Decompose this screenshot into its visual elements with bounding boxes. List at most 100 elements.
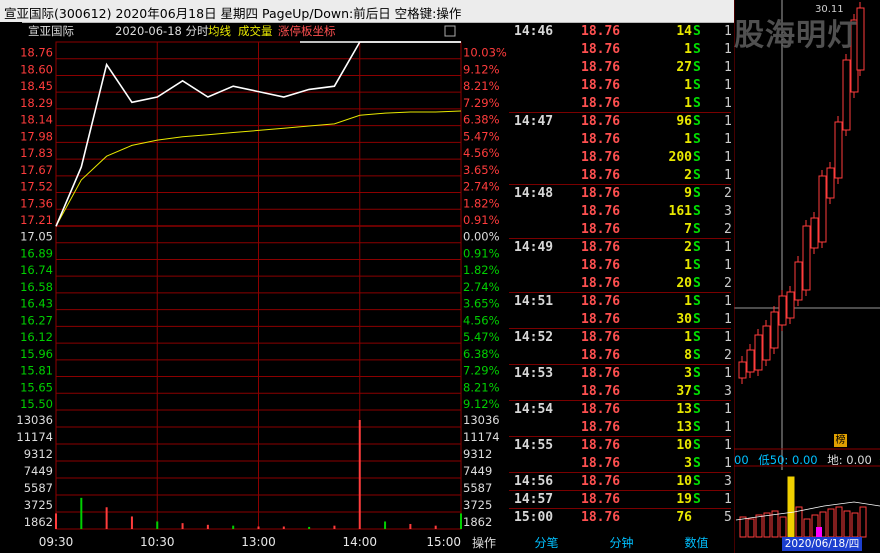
tick-volume: 2	[684, 168, 692, 183]
time-tick-label: 10:30	[140, 535, 175, 549]
kline-volume-bar	[747, 518, 755, 538]
volume-tick-label: 7449	[24, 464, 53, 478]
tick-separator	[509, 400, 731, 401]
tick-row: 14:52 18.76 1 S 1	[509, 329, 734, 347]
price-tick-label: 15.96	[20, 347, 53, 361]
price-tick-label: 18.29	[20, 96, 53, 110]
tick-side: S	[693, 492, 701, 507]
volume-bar	[55, 513, 57, 529]
tick-count: 1	[724, 240, 732, 255]
tick-volume: 2	[684, 240, 692, 255]
tick-time: 14:52	[514, 330, 554, 345]
tick-price: 18.76	[581, 42, 621, 57]
tick-row: 14:56 18.76 10 S 3	[509, 473, 734, 491]
tick-side: S	[693, 312, 701, 327]
rank-badge[interactable]: 榜	[834, 434, 847, 447]
price-tick-label: 17.98	[20, 129, 53, 143]
tick-count: 2	[724, 276, 732, 291]
kline-volume-bar	[803, 518, 811, 538]
tick-row: 18.76 2 S 1	[509, 167, 734, 185]
tick-price: 18.76	[581, 492, 621, 507]
pct-tick-label: 3.65%	[463, 297, 500, 311]
volume-bar	[156, 521, 159, 529]
tick-side: S	[693, 474, 701, 489]
tick-count: 1	[724, 132, 732, 147]
pct-tick-label: 5.47%	[463, 330, 500, 344]
tick-row: 14:51 18.76 1 S 1	[509, 293, 734, 311]
tick-row: 18.76 8 S 2	[509, 347, 734, 365]
intraday-chart[interactable]: 18.76 10.03% 18.60 9.12% 18.45 8.21% 18.29 7.29…	[0, 22, 509, 553]
candle-body	[778, 295, 787, 326]
tick-side: S	[693, 114, 701, 129]
tick-separator	[509, 490, 731, 491]
volume-bar	[434, 525, 437, 529]
price-tick-label: 18.45	[20, 79, 53, 93]
volume-tick-label: 11174	[463, 430, 500, 444]
tick-volume: 8	[684, 348, 692, 363]
stock-name-label: 宣亚国际	[28, 24, 74, 38]
tick-side: S	[693, 402, 701, 417]
tick-row: 14:46 18.76 14 S 1	[509, 23, 734, 41]
tick-volume: 19	[676, 492, 692, 507]
tick-volume: 13	[676, 402, 692, 417]
tab-trades[interactable]: 分笔	[509, 534, 584, 550]
kline-panel[interactable]	[734, 0, 880, 553]
kline-volume-bar	[755, 514, 763, 538]
tick-count: 2	[724, 222, 732, 237]
tab-values[interactable]: 数值	[659, 534, 734, 550]
indicator-b: 低50:	[758, 453, 789, 467]
tick-side: S	[693, 348, 701, 363]
operate-tab[interactable]: 操作	[462, 534, 506, 550]
volume-bar	[105, 507, 108, 529]
tick-count: 5	[724, 510, 732, 525]
candle-body	[826, 167, 835, 199]
pct-tick-label: 0.00%	[463, 230, 500, 244]
indicator-c: 0.00	[791, 453, 818, 467]
tick-separator	[509, 508, 731, 509]
tick-count: 1	[724, 420, 732, 435]
tick-time: 14:47	[514, 114, 554, 129]
kline-volume-bar	[739, 516, 747, 538]
tick-volume: 161	[668, 204, 692, 219]
tick-price: 18.76	[581, 384, 621, 399]
tick-side: S	[693, 42, 701, 57]
tick-row: 18.76 3 S 1	[509, 455, 734, 473]
tick-count: 1	[724, 78, 732, 93]
candle-body	[810, 217, 819, 249]
kline-date: 2020/06/18/四	[782, 537, 862, 551]
volume-bar	[206, 524, 209, 529]
volume-bar	[384, 521, 387, 529]
volume-tick-label: 9312	[24, 447, 53, 461]
tick-row: 18.76 200 S 1	[509, 149, 734, 167]
tick-volume: 3	[684, 456, 692, 471]
pct-tick-label: 1.82%	[463, 196, 500, 210]
tick-count: 1	[724, 492, 732, 507]
tick-time: 14:55	[514, 438, 554, 453]
tick-time: 14:48	[514, 186, 554, 201]
tick-price: 18.76	[581, 168, 621, 183]
pct-tick-label: 6.38%	[463, 347, 500, 361]
tick-count: 1	[724, 114, 732, 129]
volume-tick-label: 1862	[24, 515, 53, 529]
tick-row: 18.76 7 S 2	[509, 221, 734, 239]
indicator-a: 00	[734, 453, 749, 467]
indicator-line: 00 低50: 0.00 地: 0.00 低量	[734, 452, 880, 468]
tick-time: 14:49	[514, 240, 554, 255]
tick-volume: 200	[668, 150, 692, 165]
tick-separator	[509, 238, 731, 239]
pct-tick-label: 3.65%	[463, 163, 500, 177]
tick-price: 18.76	[581, 204, 621, 219]
tick-price: 18.76	[581, 96, 621, 111]
tab-minutes[interactable]: 分钟	[584, 534, 659, 550]
tick-time: 14:53	[514, 366, 554, 381]
tick-volume: 1	[684, 294, 692, 309]
tick-side: S	[693, 420, 701, 435]
price-tick-label: 16.43	[20, 297, 53, 311]
kline-volume-bar	[851, 512, 859, 538]
tick-row: 14:54 18.76 13 S 1	[509, 401, 734, 419]
time-tick-label: 09:30	[39, 535, 74, 549]
volume-tick-label: 5587	[24, 481, 53, 495]
tick-side: S	[693, 366, 701, 381]
tick-volume: 1	[684, 96, 692, 111]
tick-side: S	[693, 258, 701, 273]
